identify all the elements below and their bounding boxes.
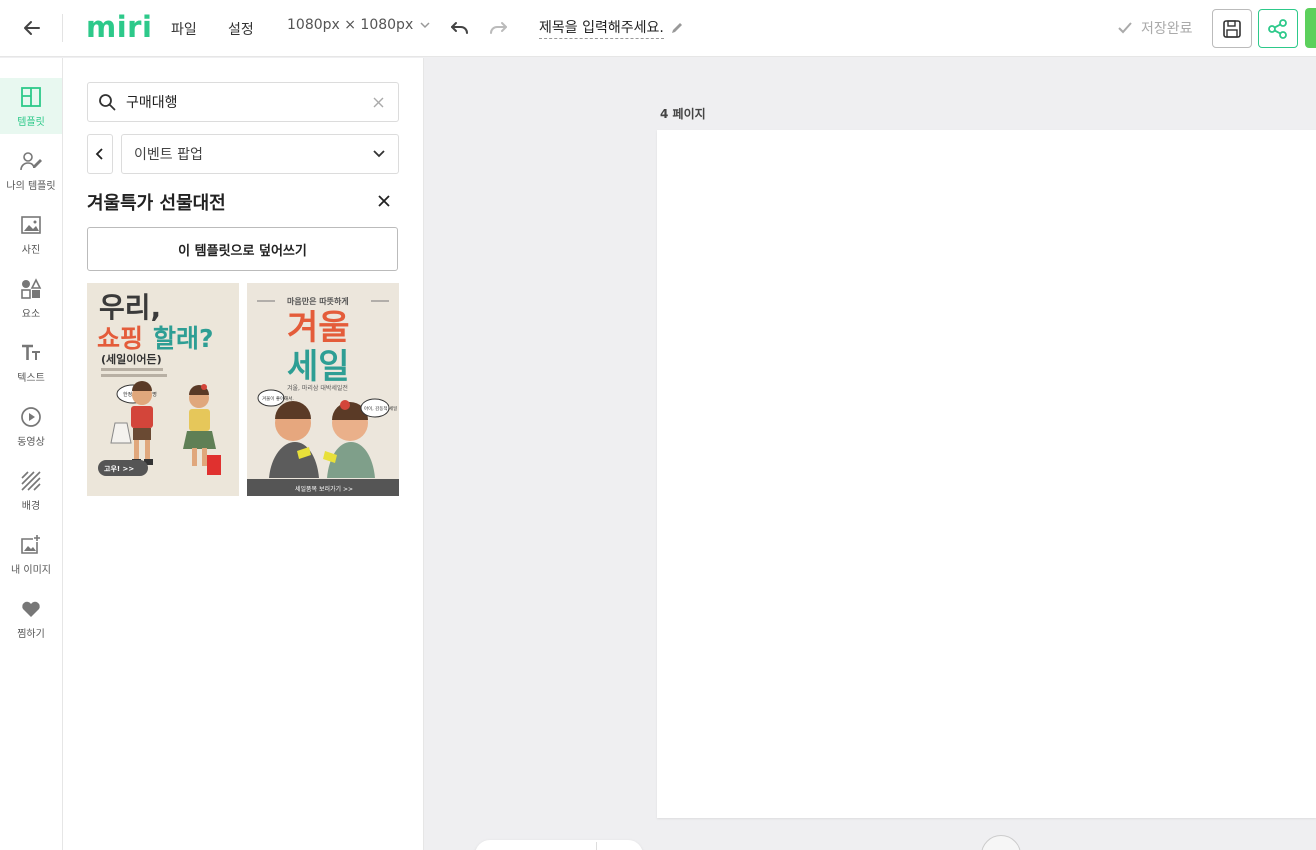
logo-text: miri <box>86 9 153 44</box>
zoom-control[interactable] <box>475 840 643 850</box>
category-value: 이벤트 팝업 <box>134 147 203 163</box>
template-icon <box>21 87 41 107</box>
thumb2-line2: 세일 <box>287 347 350 387</box>
background-icon <box>21 471 41 491</box>
document-title-input[interactable]: 제목을 입력해주세요. <box>539 17 684 39</box>
rail-item-label: 요소 <box>21 309 41 320</box>
miri-logo[interactable]: miri <box>86 11 152 43</box>
share-button[interactable] <box>1258 9 1298 48</box>
page-label: 4 페이지 <box>660 107 706 121</box>
rail-item-label: 나의 템플릿 <box>6 181 56 192</box>
rail-item-favorites[interactable]: 찜하기 <box>0 590 62 646</box>
rail-item-elements[interactable]: 요소 <box>0 270 62 326</box>
document-title: 제목을 입력해주세요. <box>539 17 664 39</box>
rail-item-my-image[interactable]: 내 이미지 <box>0 526 62 582</box>
my-template-icon <box>20 152 42 171</box>
check-icon <box>1118 22 1132 34</box>
category-select[interactable]: 이벤트 팝업 <box>121 134 399 174</box>
canvas-size-value: 1080px × 1080px <box>287 17 414 33</box>
thumb2-bubble-left: 겨울이 좋아해서. <box>262 395 294 402</box>
elements-icon <box>21 278 42 299</box>
text-icon <box>22 344 40 360</box>
template-search[interactable]: 구매대행 <box>87 82 399 122</box>
design-canvas[interactable] <box>657 130 1316 818</box>
search-input[interactable]: 구매대행 <box>126 92 358 112</box>
rail-item-photo[interactable]: 사진 <box>0 206 62 262</box>
close-icon[interactable] <box>374 191 394 211</box>
thumb1-line1: 우리, <box>99 291 161 324</box>
rail-item-my-template[interactable]: 나의 템플릿 <box>0 142 62 198</box>
rail-item-label: 내 이미지 <box>11 565 51 576</box>
redo-icon[interactable] <box>487 17 509 39</box>
chevron-down-icon <box>420 22 430 29</box>
rail-item-label: 사진 <box>21 245 41 256</box>
settings-menu[interactable]: 설정 <box>228 19 254 39</box>
rail-item-background[interactable]: 배경 <box>0 462 62 518</box>
rail-item-label: 찜하기 <box>17 629 45 640</box>
rail-item-label: 템플릿 <box>17 117 45 128</box>
download-button[interactable] <box>1305 8 1316 48</box>
chevron-down-icon <box>373 150 385 158</box>
file-menu[interactable]: 파일 <box>171 19 197 39</box>
thumb1-line3: (세일이어든) <box>101 352 162 366</box>
add-page-button[interactable] <box>981 835 1021 850</box>
thumb2-cta: 세일품목 보러가기 >> <box>295 485 353 493</box>
share-icon <box>1268 18 1287 39</box>
template-thumbnail-winter-sale[interactable]: 마음만은 따뜻하게 겨울 세일 겨울, 마리삼 대박세일전 겨울이 좋아해서. … <box>247 283 399 496</box>
thumb1-cta: 고우! >> <box>104 464 134 473</box>
thumb1-line2a: 쇼핑 <box>97 324 143 353</box>
my-image-icon <box>21 535 40 554</box>
rail-item-label: 텍스트 <box>17 373 45 384</box>
template-thumbnail-shopping[interactable]: 우리, 쇼핑 할래? (세일이어든) 한정판 출간보명 고우! >> <box>87 283 239 496</box>
rail-item-text[interactable]: 텍스트 <box>0 334 62 390</box>
video-icon <box>21 407 41 427</box>
rail-item-template[interactable]: 템플릿 <box>0 78 62 134</box>
heart-icon <box>22 601 40 617</box>
rail-item-label: 배경 <box>21 501 41 512</box>
search-icon <box>88 93 126 111</box>
floppy-disk-icon <box>1223 19 1241 38</box>
rail-item-video[interactable]: 동영상 <box>0 398 62 454</box>
divider <box>62 14 63 42</box>
thumb2-sub: 겨울, 마리삼 대박세일전 <box>287 384 348 392</box>
apply-template-button[interactable]: 이 템플릿으로 덮어쓰기 <box>87 227 398 271</box>
thumb2-top: 마음만은 따뜻하게 <box>287 296 349 306</box>
divider <box>596 842 597 850</box>
canvas-size-select[interactable]: 1080px × 1080px <box>287 17 431 33</box>
photo-icon <box>21 216 41 234</box>
template-panel: 구매대행 이벤트 팝업 겨울특가 선물대전 이 템플릿으로 덮어쓰기 우리, 쇼… <box>63 58 424 850</box>
top-bar: miri 파일 설정 1080px × 1080px 제목을 입력해주세요. 저… <box>0 0 1316 57</box>
save-status-text: 저장완료 <box>1141 21 1193 37</box>
thumb1-line2b: 할래? <box>153 324 214 353</box>
chevron-left-icon <box>95 148 103 160</box>
thumb2-bubble-right: 아이, 감동적 세일 <box>364 405 397 412</box>
left-rail: 템플릿 나의 템플릿 사진 요소 텍스트 동영상 배경 내 이미지 찜하기 <box>0 58 63 850</box>
template-set-title: 겨울특가 선물대전 <box>87 193 226 214</box>
thumb2-line1: 겨울 <box>287 308 350 348</box>
undo-icon[interactable] <box>449 17 471 39</box>
rail-item-label: 동영상 <box>17 437 45 448</box>
clear-search-icon[interactable] <box>358 97 398 108</box>
back-arrow-icon[interactable] <box>19 15 45 41</box>
save-status: 저장완료 <box>1117 18 1193 38</box>
save-button[interactable] <box>1212 9 1252 48</box>
category-back-button[interactable] <box>87 134 113 174</box>
pencil-icon <box>671 23 682 33</box>
